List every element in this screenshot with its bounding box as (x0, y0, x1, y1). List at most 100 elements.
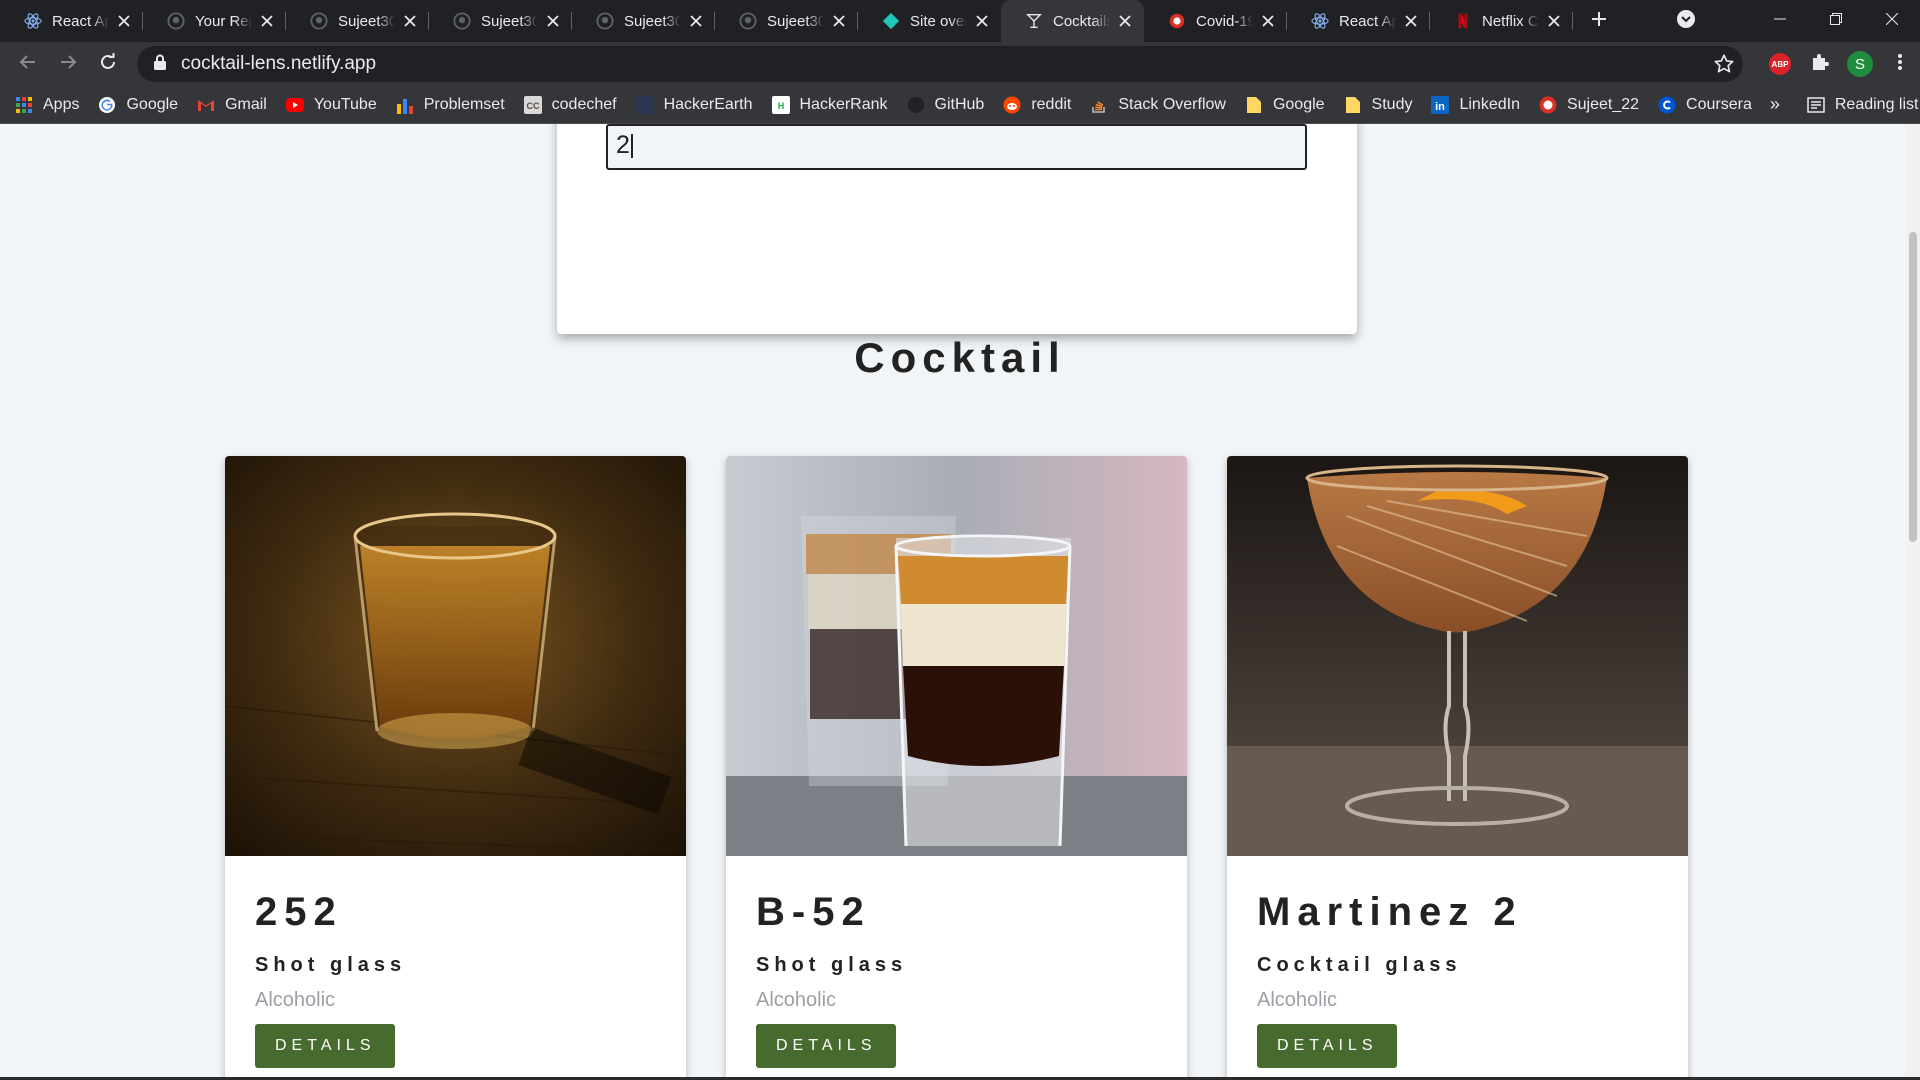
adblock-icon: ABP (1769, 53, 1791, 75)
bookmark-label: Google (126, 95, 179, 113)
cocktail-glass: Shot glass (255, 954, 407, 976)
cocktail-alcohol-info: Alcoholic (1257, 989, 1338, 1011)
tab-sujeet-2[interactable]: Sujeet309 (429, 0, 572, 42)
bookmark-hackerrank[interactable]: H HackerRank (771, 95, 888, 115)
bookmark-label: Stack Overflow (1118, 95, 1226, 113)
tab-sujeet-4[interactable]: Sujeet309 (715, 0, 858, 42)
reload-button[interactable] (88, 46, 128, 82)
minimize-icon (1774, 12, 1786, 30)
tab-search-button[interactable] (1666, 0, 1706, 42)
bookmark-youtube[interactable]: YouTube (285, 95, 377, 115)
folder-icon (1244, 95, 1264, 115)
browser-toolbar: cocktail-lens.netlify.app ABP S (0, 42, 1920, 86)
close-window-button[interactable] (1864, 0, 1920, 42)
window-controls (1666, 0, 1920, 42)
reddit-icon (1002, 95, 1022, 115)
close-icon[interactable] (115, 12, 133, 30)
tab-title: Covid-19 (1196, 12, 1253, 30)
details-button[interactable]: DETAILS (1257, 1024, 1397, 1068)
tab-title: Sujeet309 (338, 12, 395, 30)
bookmark-linkedin[interactable]: in LinkedIn (1430, 95, 1520, 115)
search-input[interactable]: 2 (606, 124, 1307, 170)
bookmark-apps[interactable]: Apps (14, 95, 79, 115)
close-icon[interactable] (687, 12, 705, 30)
tab-title: Sujeet309 (624, 12, 681, 30)
github-icon (167, 12, 185, 30)
tab-cocktails[interactable]: Cocktails (1001, 0, 1144, 42)
close-icon[interactable] (1116, 12, 1134, 30)
tab-covid-19[interactable]: Covid-19 (1144, 0, 1287, 42)
chrome-menu-button[interactable] (1880, 42, 1920, 86)
close-icon[interactable] (830, 12, 848, 30)
bookmark-google[interactable]: Google (97, 95, 178, 115)
bar-chart-icon (395, 95, 415, 115)
react-icon (1311, 12, 1329, 30)
bookmark-hackerearth[interactable]: HackerEarth (635, 95, 753, 115)
page-scrollbar[interactable] (1906, 124, 1920, 1080)
tab-react-app-1[interactable]: React App (0, 0, 143, 42)
leetcode-icon (1538, 95, 1558, 115)
close-icon[interactable] (258, 12, 276, 30)
bookmark-label: codechef (551, 95, 617, 113)
bookmark-star-icon[interactable] (1713, 53, 1735, 80)
bookmark-problemset[interactable]: Problemset (395, 95, 505, 115)
minimize-button[interactable] (1752, 0, 1808, 42)
github-icon (906, 95, 926, 115)
back-button[interactable] (8, 46, 48, 82)
bookmark-github[interactable]: GitHub (906, 95, 985, 115)
cocktail-image-whiskey-shot (225, 456, 686, 856)
close-icon[interactable] (544, 12, 562, 30)
bookmark-folder-google[interactable]: Google (1244, 95, 1325, 115)
cocktail-image-martinez (1227, 456, 1688, 856)
tab-your-repositories[interactable]: Your Repositories (143, 0, 286, 42)
tab-title: Netflix Clone (1482, 12, 1539, 30)
details-button[interactable]: DETAILS (756, 1024, 896, 1068)
bookmark-label: HackerRank (799, 95, 888, 113)
svg-text:CC: CC (526, 101, 539, 111)
cocktail-glass: Shot glass (756, 954, 908, 976)
tab-react-app-2[interactable]: React App (1287, 0, 1430, 42)
tab-strip: React App Your Repositories Sujeet309 Su… (0, 0, 1920, 42)
react-icon (24, 12, 42, 30)
bookmark-reddit[interactable]: reddit (1002, 95, 1071, 115)
close-icon (1885, 12, 1899, 30)
close-icon[interactable] (1402, 12, 1420, 30)
new-tab-button[interactable] (1579, 0, 1619, 42)
tab-site-overview[interactable]: Site overview (858, 0, 1001, 42)
text-caret (630, 134, 633, 159)
cocktail-card: B-52 Shot glass Alcoholic DETAILS (726, 456, 1187, 1080)
bookmark-label: Google (1272, 95, 1325, 113)
bookmark-sujeet-22[interactable]: Sujeet_22 (1538, 95, 1639, 115)
details-button[interactable]: DETAILS (255, 1024, 395, 1068)
reading-list-label: Reading list (1834, 95, 1919, 113)
cocktail-glass: Cocktail glass (1257, 954, 1462, 976)
apps-grid-icon (14, 95, 34, 115)
bookmark-coursera[interactable]: Coursera (1657, 95, 1752, 115)
bookmark-label: YouTube (313, 95, 377, 113)
scrollbar-thumb[interactable] (1909, 232, 1917, 542)
tab-sujeet-1[interactable]: Sujeet309 (286, 0, 429, 42)
reading-list-button[interactable]: Reading list (1806, 95, 1919, 115)
close-icon[interactable] (401, 12, 419, 30)
bookmark-folder-study[interactable]: Study (1343, 95, 1412, 115)
folder-icon (1343, 95, 1363, 115)
close-icon[interactable] (973, 12, 991, 30)
bookmark-codechef[interactable]: CC codechef (523, 95, 617, 115)
forward-button[interactable] (48, 46, 88, 82)
restore-button[interactable] (1808, 0, 1864, 42)
bookmarks-overflow-button[interactable]: » (1770, 94, 1780, 115)
adblock-extension-button[interactable]: ABP (1760, 42, 1800, 86)
extensions-button[interactable] (1800, 42, 1840, 86)
bookmark-label: GitHub (934, 95, 985, 113)
bookmark-label: Apps (43, 95, 80, 113)
youtube-icon (285, 95, 305, 115)
close-icon[interactable] (1259, 12, 1277, 30)
profile-button[interactable]: S (1840, 42, 1880, 86)
tab-netflix-clone[interactable]: Netflix Clone (1430, 0, 1573, 42)
reading-list-icon (1806, 95, 1826, 115)
address-bar[interactable]: cocktail-lens.netlify.app (137, 46, 1743, 82)
bookmark-gmail[interactable]: Gmail (196, 95, 267, 115)
bookmark-stack-overflow[interactable]: Stack Overflow (1089, 95, 1226, 115)
tab-sujeet-3[interactable]: Sujeet309 (572, 0, 715, 42)
close-icon[interactable] (1545, 12, 1563, 30)
